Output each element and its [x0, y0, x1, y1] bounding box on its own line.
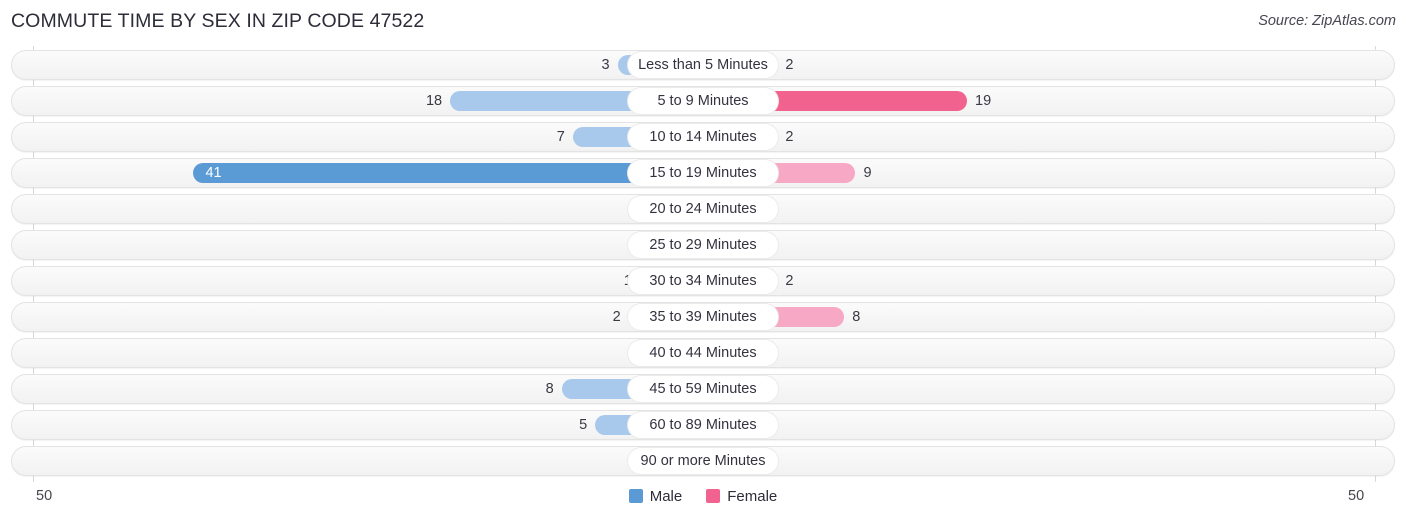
chart-legend: Male Female — [0, 488, 1406, 505]
value-label-male: 2 — [612, 309, 621, 325]
category-label: 20 to 24 Minutes — [628, 196, 778, 222]
page-title: COMMUTE TIME BY SEX IN ZIP CODE 47522 — [11, 10, 425, 32]
value-label-male: 41 — [205, 165, 222, 181]
value-label-male: 8 — [545, 381, 554, 397]
value-label-male: 3 — [601, 57, 610, 73]
chart-row: 1 2 30 to 34 Minutes — [11, 266, 1395, 296]
legend-swatch-icon — [706, 489, 721, 503]
value-label-female: 2 — [785, 57, 794, 73]
value-label-female: 2 — [785, 129, 794, 145]
value-label-male: 18 — [425, 93, 443, 109]
category-label: 25 to 29 Minutes — [628, 232, 778, 258]
chart-row: 2 8 35 to 39 Minutes — [11, 302, 1395, 332]
chart-row: 18 19 5 to 9 Minutes — [11, 86, 1395, 116]
chart-row: 8045 to 59 Minutes — [11, 374, 1395, 404]
category-label: 5 to 9 Minutes — [628, 88, 778, 114]
chart-row: 0025 to 29 Minutes — [11, 230, 1395, 260]
value-label-female: 19 — [975, 93, 992, 109]
value-label-female: 9 — [863, 165, 872, 181]
source-attribution: Source: ZipAtlas.com — [1258, 13, 1396, 29]
chart-header: COMMUTE TIME BY SEX IN ZIP CODE 47522 So… — [0, 0, 1406, 44]
chart-row: 7 2 10 to 14 Minutes — [11, 122, 1395, 152]
category-label: 90 or more Minutes — [628, 448, 778, 474]
value-label-male: 1 — [574, 271, 632, 291]
category-label: Less than 5 Minutes — [628, 52, 778, 78]
value-label-male: 5 — [579, 417, 588, 433]
value-label-female: 2 — [785, 273, 794, 289]
legend-item[interactable]: Male — [628, 488, 683, 505]
legend-label: Male — [649, 488, 683, 505]
chart-row: 0090 or more Minutes — [11, 446, 1395, 476]
chart-row: 0020 to 24 Minutes — [11, 194, 1395, 224]
chart-row: 5060 to 89 Minutes — [11, 410, 1395, 440]
category-label: 60 to 89 Minutes — [628, 412, 778, 438]
category-label: 10 to 14 Minutes — [628, 124, 778, 150]
bar-male — [193, 163, 703, 183]
legend-label: Female — [727, 488, 778, 505]
category-label: 30 to 34 Minutes — [628, 268, 778, 294]
chart-row: 41 9 15 to 19 Minutes — [11, 158, 1395, 188]
category-label: 40 to 44 Minutes — [628, 340, 778, 366]
category-label: 15 to 19 Minutes — [628, 160, 778, 186]
chart-plot-area: 3 2 Less than 5 Minutes 18 19 5 to 9 Minutes 7… — [0, 44, 1406, 484]
value-label-female: 8 — [852, 309, 861, 325]
legend-item[interactable]: Female — [706, 488, 777, 505]
chart-footer: 50 50 Male Female — [0, 484, 1406, 523]
value-label-male: 7 — [556, 129, 565, 145]
chart-row: 3 2 Less than 5 Minutes — [11, 50, 1395, 80]
category-label: 35 to 39 Minutes — [628, 304, 778, 330]
chart-row: 0040 to 44 Minutes — [11, 338, 1395, 368]
category-label: 45 to 59 Minutes — [628, 376, 778, 402]
legend-swatch-icon — [628, 489, 643, 503]
